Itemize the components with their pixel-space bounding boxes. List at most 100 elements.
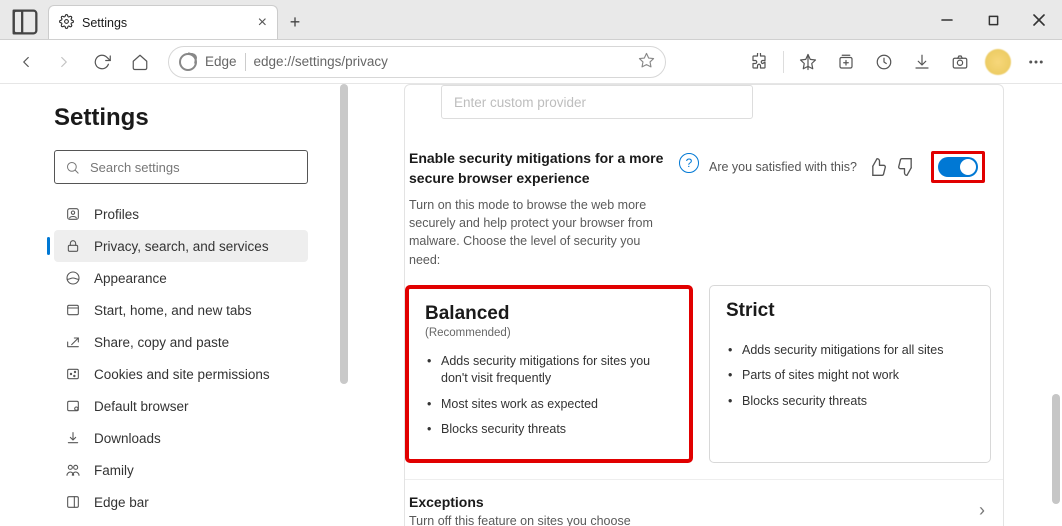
main-area: Settings Search settings Profiles Privac… [0, 84, 1062, 526]
gear-icon [59, 14, 74, 32]
security-title: Enable security mitigations for a more s… [409, 149, 669, 188]
maximize-button[interactable] [970, 0, 1016, 40]
extensions-icon[interactable] [741, 44, 777, 80]
search-placeholder: Search settings [90, 160, 180, 175]
option-strict[interactable]: Strict Adds security mitigations for all… [709, 285, 991, 463]
window-icon [64, 302, 82, 318]
close-tab-icon[interactable]: × [258, 14, 267, 32]
nav-downloads[interactable]: Downloads [54, 422, 308, 454]
nav-privacy[interactable]: Privacy, search, and services [54, 230, 308, 262]
more-menu-icon[interactable] [1018, 44, 1054, 80]
address-bar[interactable]: Edge edge://settings/privacy [168, 46, 666, 78]
nav-label: Family [94, 463, 134, 478]
option-title: Strict [726, 300, 974, 322]
content-scrollbar[interactable] [1052, 394, 1060, 504]
option-bullet: Blocks security threats [726, 389, 974, 415]
exceptions-description: Turn off this feature on sites you choos… [409, 514, 631, 526]
nav-profiles[interactable]: Profiles [54, 198, 308, 230]
nav-label: Downloads [94, 431, 161, 446]
nav-cookies[interactable]: Cookies and site permissions [54, 358, 308, 390]
feedback-prompt: Are you satisfied with this? [709, 160, 857, 174]
tab-title: Settings [82, 16, 127, 30]
divider [245, 53, 246, 71]
browser-tab[interactable]: Settings × [48, 5, 278, 39]
security-toggle[interactable] [938, 157, 978, 177]
settings-nav: Profiles Privacy, search, and services A… [54, 198, 308, 518]
option-recommended: (Recommended) [425, 327, 673, 339]
nav-label: Appearance [94, 271, 167, 286]
history-icon[interactable] [866, 44, 902, 80]
nav-label: Share, copy and paste [94, 335, 229, 350]
feedback-group: Are you satisfied with this? [709, 151, 985, 183]
downloads-icon[interactable] [904, 44, 940, 80]
profile-avatar[interactable] [980, 44, 1016, 80]
family-icon [64, 462, 82, 478]
nav-label: Default browser [94, 399, 189, 414]
minimize-button[interactable] [924, 0, 970, 40]
nav-appearance[interactable]: Appearance [54, 262, 308, 294]
sidebar-scrollbar[interactable] [340, 84, 348, 384]
share-icon [64, 334, 82, 350]
option-balanced[interactable]: Balanced (Recommended) Adds security mit… [405, 285, 693, 463]
search-settings-input[interactable]: Search settings [54, 150, 308, 184]
nav-label: Start, home, and new tabs [94, 303, 252, 318]
screenshot-icon[interactable] [942, 44, 978, 80]
nav-share[interactable]: Share, copy and paste [54, 326, 308, 358]
window-controls [924, 0, 1062, 40]
exceptions-row[interactable]: Exceptions Turn off this feature on site… [405, 479, 1003, 526]
toolbar-right [741, 44, 1054, 80]
exceptions-title: Exceptions [409, 494, 631, 510]
nav-label: Privacy, search, and services [94, 239, 269, 254]
tab-strip: Settings × + [0, 0, 312, 39]
security-description: Turn on this mode to browse the web more… [409, 196, 669, 269]
option-bullet: Parts of sites might not work [726, 363, 974, 389]
security-options: Balanced (Recommended) Adds security mit… [405, 285, 1003, 479]
edge-logo-icon [179, 53, 197, 71]
home-button[interactable] [122, 44, 158, 80]
close-window-button[interactable] [1016, 0, 1062, 40]
help-icon[interactable]: ? [679, 153, 699, 173]
security-card: Enter custom provider Enable security mi… [404, 84, 1004, 526]
nav-label: Profiles [94, 207, 139, 222]
nav-label: Cookies and site permissions [94, 367, 270, 382]
address-url: edge://settings/privacy [254, 54, 388, 69]
refresh-button[interactable] [84, 44, 120, 80]
nav-edge-bar[interactable]: Edge bar [54, 486, 308, 518]
address-product: Edge [205, 54, 237, 69]
option-bullet: Adds security mitigations for all sites [726, 338, 974, 364]
back-button[interactable] [8, 44, 44, 80]
custom-provider-input[interactable]: Enter custom provider [441, 85, 753, 119]
favorite-star-icon[interactable] [638, 52, 655, 72]
option-bullet: Adds security mitigations for sites you … [425, 349, 673, 392]
thumbs-down-icon[interactable] [897, 157, 917, 177]
tab-actions-icon[interactable] [8, 5, 42, 39]
sidebar-icon [64, 494, 82, 510]
nav-default-browser[interactable]: Default browser [54, 390, 308, 422]
browser-icon [64, 398, 82, 414]
chevron-right-icon: › [979, 500, 985, 521]
custom-provider-placeholder: Enter custom provider [454, 95, 586, 110]
option-bullet: Blocks security threats [425, 417, 673, 443]
settings-heading: Settings [54, 104, 308, 132]
settings-sidebar: Settings Search settings Profiles Privac… [0, 84, 348, 526]
security-header-row: Enable security mitigations for a more s… [405, 137, 1003, 269]
option-title: Balanced [425, 303, 673, 325]
settings-content: Enter custom provider Enable security mi… [348, 84, 1062, 526]
lock-icon [64, 238, 82, 254]
collections-icon[interactable] [828, 44, 864, 80]
security-toggle-highlight [931, 151, 985, 183]
nav-start[interactable]: Start, home, and new tabs [54, 294, 308, 326]
download-icon [64, 430, 82, 446]
thumbs-up-icon[interactable] [867, 157, 887, 177]
appearance-icon [64, 270, 82, 286]
nav-label: Edge bar [94, 495, 149, 510]
window-titlebar: Settings × + [0, 0, 1062, 40]
divider [783, 51, 784, 73]
favorites-icon[interactable] [790, 44, 826, 80]
profile-icon [64, 206, 82, 222]
forward-button [46, 44, 82, 80]
new-tab-button[interactable]: + [278, 5, 312, 39]
browser-toolbar: Edge edge://settings/privacy [0, 40, 1062, 84]
cookies-icon [64, 366, 82, 382]
nav-family[interactable]: Family [54, 454, 308, 486]
